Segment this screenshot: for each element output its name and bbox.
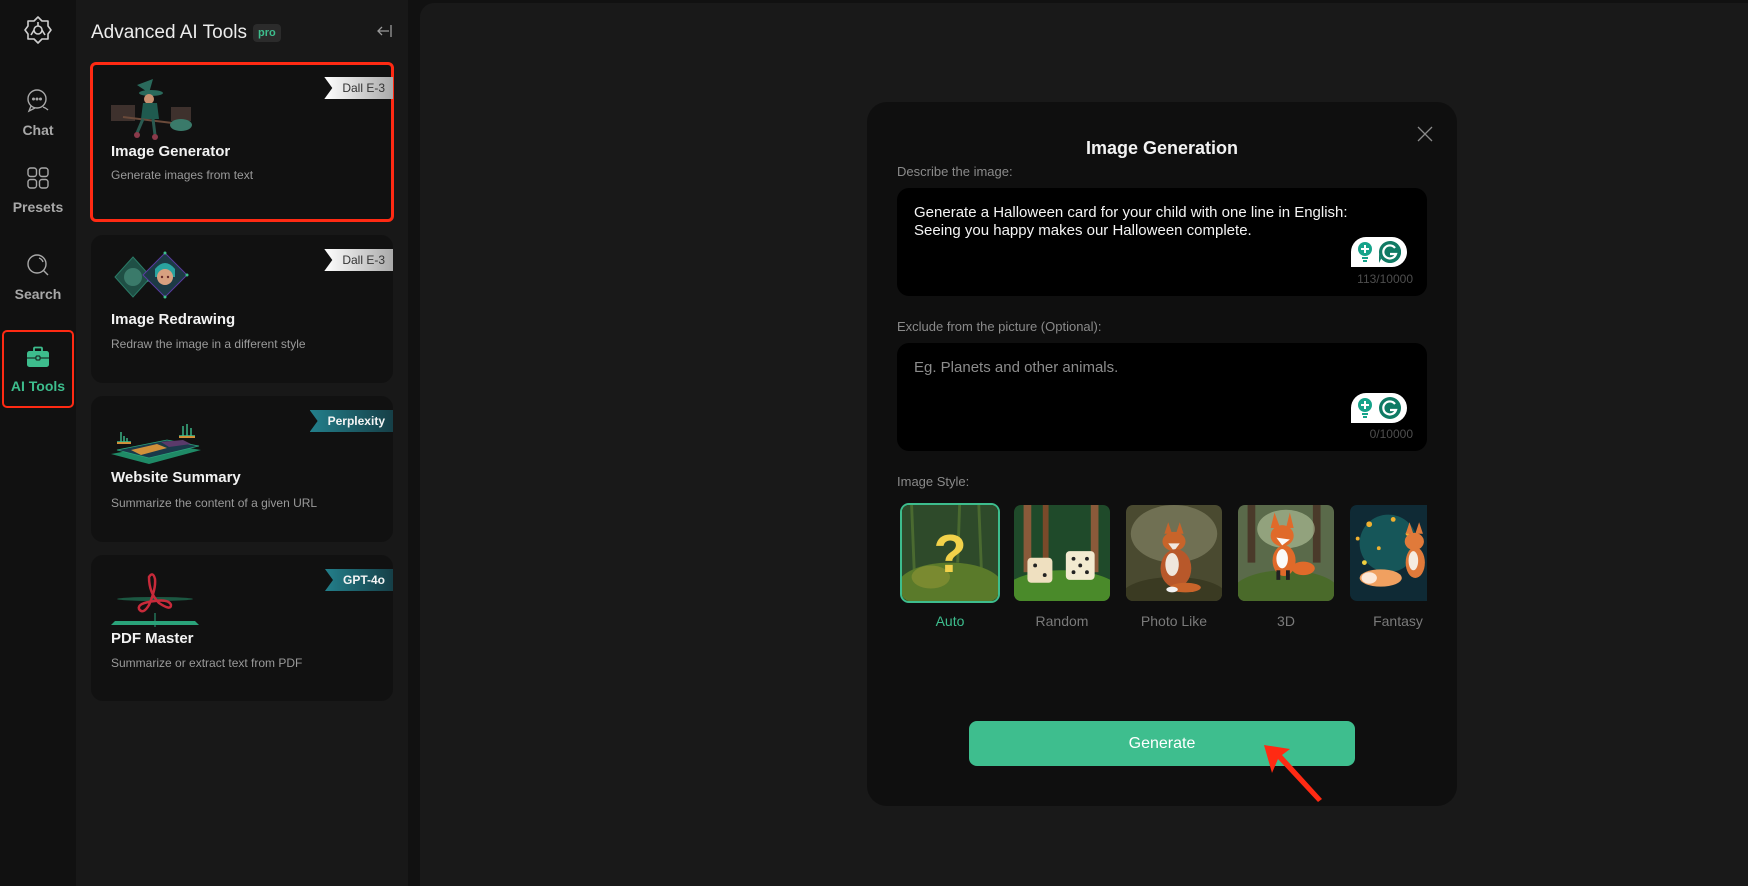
exclude-label: Exclude from the picture (Optional): bbox=[897, 319, 1102, 334]
panel-divider bbox=[408, 0, 420, 886]
style-thumbnail bbox=[1348, 503, 1427, 603]
website-dashboard-icon bbox=[111, 424, 201, 464]
card-title: Image Generator bbox=[111, 143, 231, 160]
card-description: Redraw the image in a different style bbox=[111, 337, 306, 351]
style-option-fantasy[interactable]: Fantasy bbox=[1348, 503, 1427, 629]
style-option-label: Auto bbox=[935, 613, 965, 629]
card-description: Summarize or extract text from PDF bbox=[111, 656, 303, 670]
grammar-assistant-widget[interactable] bbox=[1351, 393, 1407, 423]
style-thumbnail: ? bbox=[900, 503, 1000, 603]
style-option-label: 3D bbox=[1277, 613, 1295, 629]
image-style-label: Image Style: bbox=[897, 474, 970, 489]
toolbox-icon bbox=[27, 346, 49, 367]
redraw-faces-icon bbox=[114, 251, 189, 299]
card-description: Generate images from text bbox=[111, 168, 254, 182]
exclude-char-counter: 0/10000 bbox=[1369, 427, 1413, 441]
style-option-label: Photo Like bbox=[1140, 613, 1208, 629]
describe-label: Describe the image: bbox=[897, 164, 1013, 179]
fantasy-fox-image bbox=[1350, 505, 1427, 601]
tool-card-website-summary[interactable]: Perplexity Website Summary Summarize the… bbox=[91, 396, 393, 542]
panel-title-text: Advanced AI Tools bbox=[91, 22, 247, 43]
model-badge: Dall E-3 bbox=[324, 249, 393, 271]
3d-fox-image bbox=[1238, 505, 1334, 601]
search-icon bbox=[27, 254, 49, 276]
exclude-placeholder[interactable]: Eg. Planets and other animals. bbox=[914, 359, 1397, 377]
grammar-assistant-widget[interactable] bbox=[1351, 237, 1407, 267]
collapse-left-icon[interactable] bbox=[376, 22, 394, 40]
grid-icon bbox=[27, 167, 49, 189]
close-icon[interactable] bbox=[1415, 124, 1435, 144]
panel-title: Advanced AI Tools pro bbox=[91, 22, 281, 44]
exclude-textarea[interactable]: Eg. Planets and other animals. 0/10000 bbox=[897, 343, 1427, 451]
question-mark-forest-image: ? bbox=[902, 505, 998, 601]
style-thumbnail bbox=[1124, 503, 1224, 603]
sidebar-item-ai-tools[interactable]: AI Tools bbox=[2, 330, 74, 408]
pro-badge: pro bbox=[252, 24, 281, 42]
ai-tools-panel: Advanced AI Tools pro Dall E-3 Image Gen… bbox=[76, 0, 408, 886]
style-option-random[interactable]: Random bbox=[1012, 503, 1112, 629]
grammarly-g-icon bbox=[1379, 241, 1401, 263]
tool-card-image-generator[interactable]: Dall E-3 Image Generator Generate images… bbox=[90, 62, 394, 222]
style-thumbnail bbox=[1236, 503, 1336, 603]
style-option-photo-like[interactable]: Photo Like bbox=[1124, 503, 1224, 629]
sidebar-item-label: Presets bbox=[12, 199, 64, 215]
image-style-selector: ? Auto Random Photo Like 3D Fantasy bbox=[897, 503, 1427, 633]
pdf-acrobat-icon bbox=[111, 573, 199, 627]
style-option-label: Random bbox=[1035, 613, 1089, 629]
sidebar-item-label: Chat bbox=[22, 122, 54, 138]
sidebar-item-search[interactable]: Search bbox=[2, 240, 74, 316]
svg-text:?: ? bbox=[934, 524, 967, 584]
card-description: Summarize the content of a given URL bbox=[111, 496, 318, 510]
style-option-label: Fantasy bbox=[1373, 613, 1423, 629]
style-option-3d[interactable]: 3D bbox=[1236, 503, 1336, 629]
grammarly-g-icon bbox=[1379, 397, 1401, 419]
card-title: PDF Master bbox=[111, 630, 194, 647]
dice-forest-image bbox=[1014, 505, 1110, 601]
sidebar-item-label: Search bbox=[14, 286, 62, 302]
realistic-fox-image bbox=[1126, 505, 1222, 601]
model-badge: Dall E-3 bbox=[324, 77, 393, 99]
tool-card-pdf-master[interactable]: GPT-4o PDF Master Summarize or extract t… bbox=[91, 555, 393, 701]
model-badge: Perplexity bbox=[309, 410, 393, 432]
image-generation-dialog: Image Generation Describe the image: Gen… bbox=[867, 102, 1457, 806]
card-title: Website Summary bbox=[111, 469, 241, 486]
sidebar-item-label: AI Tools bbox=[10, 378, 66, 394]
describe-char-counter: 113/10000 bbox=[1357, 272, 1413, 286]
describe-image-textarea[interactable]: Generate a Halloween card for your child… bbox=[897, 188, 1427, 296]
style-option-auto[interactable]: ? Auto bbox=[900, 503, 1000, 629]
nav-sidebar: Chat Presets Search AI Tools bbox=[0, 0, 76, 886]
chat-bubble-icon bbox=[27, 89, 49, 113]
lightbulb-icon bbox=[1358, 242, 1372, 262]
witch-illustration-icon bbox=[111, 79, 192, 140]
sidebar-item-chat[interactable]: Chat bbox=[2, 76, 74, 152]
model-badge: GPT-4o bbox=[324, 569, 393, 591]
lightbulb-icon bbox=[1358, 398, 1372, 418]
gear-flower-logo-icon[interactable] bbox=[22, 14, 54, 46]
sidebar-item-presets[interactable]: Presets bbox=[2, 153, 74, 229]
generate-button[interactable]: Generate bbox=[969, 721, 1355, 766]
card-title: Image Redrawing bbox=[111, 311, 236, 328]
describe-image-value[interactable]: Generate a Halloween card for your child… bbox=[914, 204, 1397, 240]
tool-card-image-redrawing[interactable]: Dall E-3 Image Redrawing Redraw the imag… bbox=[91, 235, 393, 383]
style-thumbnail bbox=[1012, 503, 1112, 603]
dialog-title: Image Generation bbox=[1085, 138, 1239, 158]
